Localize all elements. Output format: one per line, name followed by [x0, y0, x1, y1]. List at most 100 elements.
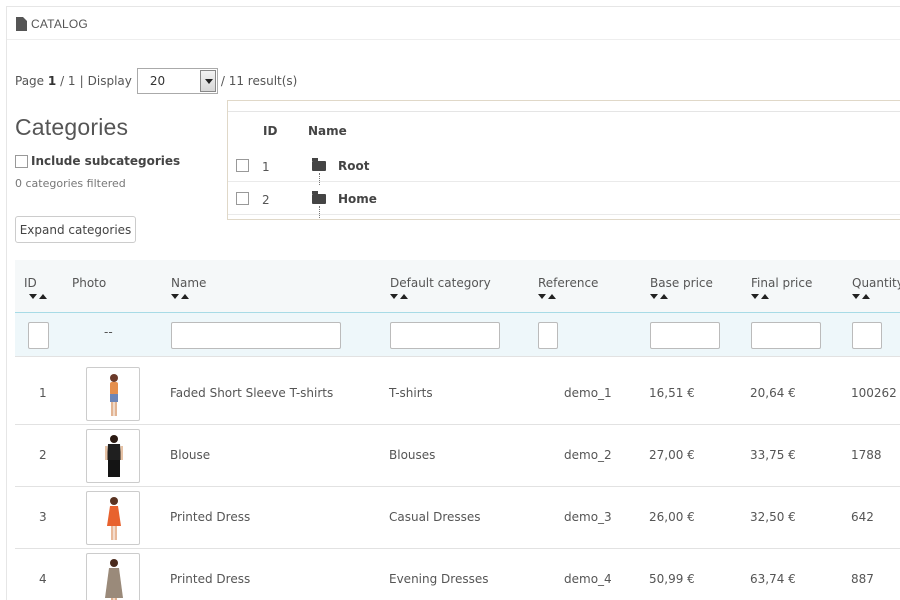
display-select[interactable]: 20	[136, 68, 218, 94]
cell-base-price: 26,00 €	[649, 510, 695, 524]
filter-quantity-input[interactable]	[852, 322, 882, 349]
folder-icon	[312, 158, 326, 171]
col-header-final-price[interactable]: Final price	[751, 276, 812, 290]
sort-name[interactable]	[171, 294, 189, 299]
photo-filter-placeholder: --	[104, 325, 113, 339]
chevron-down-icon[interactable]	[199, 70, 216, 92]
cell-category: Evening Dresses	[389, 572, 489, 586]
tree-header-id: ID	[263, 124, 278, 138]
cell-category: Blouses	[389, 448, 436, 462]
tree-row[interactable]	[228, 215, 900, 219]
panel-heading: CATALOG	[7, 7, 900, 40]
display-label: Display	[87, 74, 132, 88]
expand-categories-button[interactable]: Expand categories	[15, 216, 136, 243]
col-header-base-price[interactable]: Base price	[650, 276, 713, 290]
tree-row-checkbox[interactable]	[236, 159, 249, 172]
product-thumbnail	[86, 553, 140, 600]
sort-asc-icon[interactable]	[761, 294, 769, 299]
categories-filtered-count: 0 categories filtered	[15, 177, 126, 190]
filter-reference-input[interactable]	[538, 322, 558, 349]
sort-asc-icon[interactable]	[548, 294, 556, 299]
tree-row[interactable]: 1 Root	[228, 149, 900, 185]
sort-base-price[interactable]	[650, 294, 668, 299]
sort-desc-icon[interactable]	[29, 294, 37, 299]
col-header-quantity[interactable]: Quantity	[852, 276, 900, 290]
sort-asc-icon[interactable]	[862, 294, 870, 299]
pagination-bar: Page 1 / 1 | Display 20 / 11 result(s)	[15, 68, 298, 94]
cell-reference: demo_1	[564, 386, 612, 400]
product-thumbnail	[86, 491, 140, 545]
col-header-reference[interactable]: Reference	[538, 276, 598, 290]
sort-asc-icon[interactable]	[400, 294, 408, 299]
cell-name: Printed Dress	[170, 510, 251, 524]
col-header-photo: Photo	[72, 276, 107, 290]
cell-id: 1	[39, 386, 47, 400]
sort-desc-icon[interactable]	[751, 294, 759, 299]
filter-id-input[interactable]	[28, 322, 49, 349]
panel-title: CATALOG	[31, 17, 88, 31]
total-pages: / 1	[60, 74, 76, 88]
tree-row-checkbox[interactable]	[236, 192, 249, 205]
category-tree: ID Name 1 Root 2 Home	[227, 100, 900, 220]
cell-final-price: 33,75 €	[750, 448, 796, 462]
cell-final-price: 32,50 €	[750, 510, 796, 524]
table-row[interactable]: 1 Faded Short Sleeve T-shirts T-shirts d…	[15, 363, 900, 425]
page-label: Page	[15, 74, 45, 88]
cell-id: 3	[39, 510, 47, 524]
cell-final-price: 63,74 €	[750, 572, 796, 586]
cell-id: 2	[39, 448, 47, 462]
table-row[interactable]: 2 Blouse Blouses demo_2 27,00 € 33,75 € …	[15, 425, 900, 487]
include-subcategories-label: Include subcategories	[31, 154, 181, 168]
product-photo	[105, 435, 123, 477]
document-icon	[16, 17, 27, 31]
cell-final-price: 20,64 €	[750, 386, 796, 400]
sort-desc-icon[interactable]	[650, 294, 658, 299]
cell-name: Blouse	[170, 448, 211, 462]
sort-asc-icon[interactable]	[39, 294, 47, 299]
cell-quantity: 100262	[851, 386, 897, 400]
sort-reference[interactable]	[538, 294, 556, 299]
tree-row-name[interactable]: Home	[338, 192, 377, 206]
filter-final-price-input[interactable]	[751, 322, 821, 349]
results-count: / 11 result(s)	[220, 74, 298, 88]
category-tree-header: ID Name	[228, 124, 900, 144]
col-header-id[interactable]: ID	[24, 276, 37, 290]
sort-desc-icon[interactable]	[390, 294, 398, 299]
include-subcategories-checkbox[interactable]	[15, 154, 28, 168]
sort-default-category[interactable]	[390, 294, 408, 299]
filter-base-price-input[interactable]	[650, 322, 720, 349]
tree-row-name[interactable]: Root	[338, 159, 369, 173]
cell-quantity: 1788	[851, 448, 882, 462]
cell-id: 4	[39, 572, 47, 586]
sort-asc-icon[interactable]	[660, 294, 668, 299]
table-row[interactable]: 3 Printed Dress Casual Dresses demo_3 26…	[15, 487, 900, 549]
cell-quantity: 642	[851, 510, 874, 524]
product-photo	[110, 374, 118, 416]
cell-reference: demo_4	[564, 572, 612, 586]
col-header-name[interactable]: Name	[171, 276, 206, 290]
sort-desc-icon[interactable]	[538, 294, 546, 299]
sort-asc-icon[interactable]	[181, 294, 189, 299]
sort-desc-icon[interactable]	[852, 294, 860, 299]
cell-category: Casual Dresses	[389, 510, 481, 524]
tree-row-id: 2	[262, 193, 270, 207]
sort-id[interactable]	[29, 294, 47, 299]
cell-name: Printed Dress	[170, 572, 251, 586]
sort-desc-icon[interactable]	[171, 294, 179, 299]
grid-filter-row: --	[15, 313, 900, 357]
filter-name-input[interactable]	[171, 322, 341, 349]
folder-icon	[312, 191, 326, 204]
sort-quantity[interactable]	[852, 294, 870, 299]
tree-header-name: Name	[308, 124, 347, 138]
include-subcategories[interactable]: Include subcategories	[15, 154, 180, 168]
cell-base-price: 50,99 €	[649, 572, 695, 586]
sort-final-price[interactable]	[751, 294, 769, 299]
category-tree-body: ID Name 1 Root 2 Home	[228, 111, 900, 219]
filter-category-input[interactable]	[390, 322, 500, 349]
cell-reference: demo_2	[564, 448, 612, 462]
col-header-default-category[interactable]: Default category	[390, 276, 491, 290]
table-row[interactable]: 4 Printed Dress Evening Dresses demo_4 5…	[15, 549, 900, 600]
tree-row[interactable]: 2 Home	[228, 182, 900, 218]
product-photo	[107, 497, 121, 540]
cell-base-price: 27,00 €	[649, 448, 695, 462]
